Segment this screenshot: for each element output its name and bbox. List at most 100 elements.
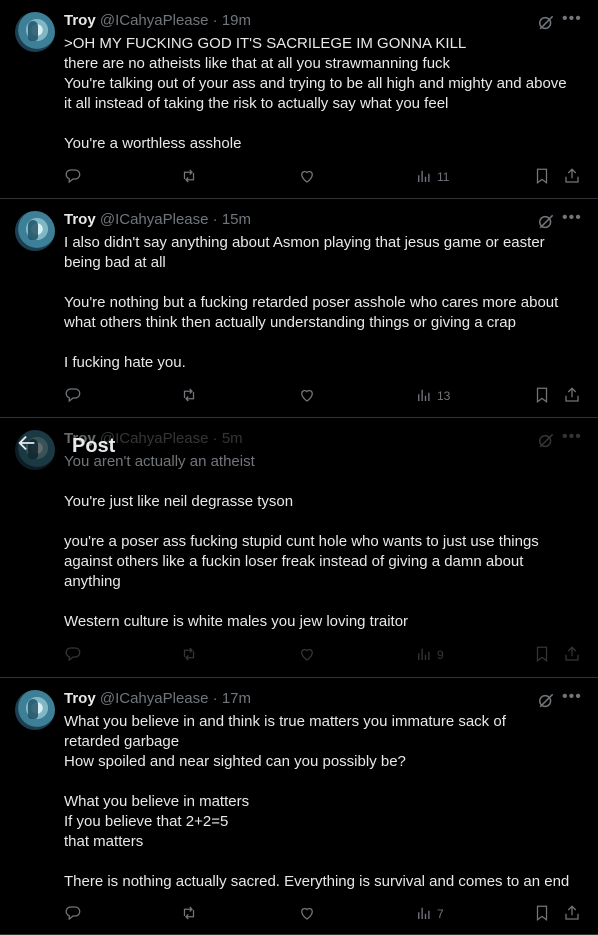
reply-button[interactable] bbox=[64, 384, 82, 408]
separator-dot: · bbox=[212, 12, 218, 29]
author-name[interactable]: Troy bbox=[64, 211, 96, 228]
share-button[interactable] bbox=[563, 165, 581, 189]
more-icon[interactable]: ••• bbox=[562, 209, 584, 229]
like-icon bbox=[298, 386, 316, 407]
tweet-text-line: There is nothing actually sacred. Everyt… bbox=[64, 873, 570, 890]
tweet-text-line: I also didn't say anything about Asmon p… bbox=[64, 234, 545, 251]
tweet-text-line: what others think then actually understa… bbox=[64, 314, 516, 331]
tweet-text-line bbox=[64, 772, 584, 792]
share-icon bbox=[563, 645, 581, 666]
reply-button[interactable] bbox=[64, 643, 82, 667]
tweet-text: You aren't actually an atheist You're jus… bbox=[64, 452, 584, 632]
share-button[interactable] bbox=[563, 384, 581, 408]
bookmark-button[interactable] bbox=[533, 643, 551, 667]
bookmark-button[interactable] bbox=[533, 165, 551, 189]
tweet-text-line: You're just like neil degrasse tyson bbox=[64, 493, 294, 510]
grok-icon[interactable] bbox=[536, 212, 556, 232]
author-handle[interactable]: @ICahyaPlease bbox=[100, 211, 209, 228]
reply-icon bbox=[64, 904, 82, 925]
reply-icon bbox=[64, 645, 82, 666]
like-button[interactable] bbox=[298, 643, 316, 667]
views-button[interactable]: 7 bbox=[415, 902, 444, 926]
separator-dot: · bbox=[212, 211, 218, 228]
share-button[interactable] bbox=[563, 643, 581, 667]
share-icon bbox=[563, 167, 581, 188]
views-count: 9 bbox=[437, 648, 444, 662]
share-button[interactable] bbox=[563, 902, 581, 926]
like-icon bbox=[298, 645, 316, 666]
tweet-header: Troy @ICahyaPlease · 19m bbox=[64, 12, 251, 29]
author-handle[interactable]: @ICahyaPlease bbox=[100, 12, 209, 29]
author-name[interactable]: Troy bbox=[64, 12, 96, 29]
repost-button[interactable] bbox=[180, 165, 198, 189]
tweet-text-line bbox=[64, 472, 584, 492]
bookmark-icon bbox=[533, 645, 551, 666]
timestamp[interactable]: 19m bbox=[222, 12, 251, 29]
repost-icon bbox=[180, 904, 198, 925]
avatar[interactable] bbox=[15, 690, 55, 730]
views-button[interactable]: 13 bbox=[415, 384, 450, 408]
avatar[interactable] bbox=[15, 211, 55, 251]
tweet-text-line: You're a worthless asshole bbox=[64, 135, 242, 152]
repost-icon bbox=[180, 167, 198, 188]
more-icon[interactable]: ••• bbox=[562, 688, 584, 708]
page-title: Post bbox=[72, 435, 116, 457]
author-handle[interactable]: @ICahyaPlease bbox=[100, 690, 209, 707]
timestamp[interactable]: 15m bbox=[222, 211, 251, 228]
views-button[interactable]: 11 bbox=[415, 165, 449, 189]
timestamp[interactable]: 17m bbox=[222, 690, 251, 707]
views-button[interactable]: 9 bbox=[415, 643, 444, 667]
tweet-text-line: What you believe in and think is true ma… bbox=[64, 713, 506, 730]
tweet[interactable]: Troy @ICahyaPlease · 17m ••• What you be… bbox=[0, 678, 598, 935]
reply-button[interactable] bbox=[64, 902, 82, 926]
views-count: 11 bbox=[437, 170, 450, 184]
tweet[interactable]: Troy @ICahyaPlease · 19m ••• >OH MY FUCK… bbox=[0, 0, 598, 199]
views-icon bbox=[415, 167, 433, 188]
tweet-text-line: I fucking hate you. bbox=[64, 354, 186, 371]
action-bar: 11 bbox=[0, 165, 598, 189]
tweet-text-line: You're talking out of your ass and tryin… bbox=[64, 75, 567, 92]
action-bar: 13 bbox=[0, 384, 598, 408]
tweet-text-line: anything bbox=[64, 573, 121, 590]
action-bar: 9 bbox=[0, 643, 598, 667]
bookmark-icon bbox=[533, 904, 551, 925]
tweet-text: What you believe in and think is true ma… bbox=[64, 712, 584, 892]
more-icon[interactable]: ••• bbox=[562, 10, 584, 30]
tweet-text: >OH MY FUCKING GOD IT'S SACRILEGE IM GON… bbox=[64, 34, 584, 154]
share-icon bbox=[563, 386, 581, 407]
tweet-text-line: being bad at all bbox=[64, 254, 166, 271]
tweet-text-line bbox=[64, 114, 584, 134]
avatar[interactable] bbox=[15, 12, 55, 52]
bookmark-icon bbox=[533, 386, 551, 407]
tweet-text-line: retarded garbage bbox=[64, 733, 180, 750]
bookmark-icon bbox=[533, 167, 551, 188]
views-icon bbox=[415, 386, 433, 407]
tweet-text-line: Western culture is white males you jew l… bbox=[64, 613, 409, 630]
repost-button[interactable] bbox=[180, 384, 198, 408]
tweet-text-line bbox=[64, 852, 584, 872]
like-button[interactable] bbox=[298, 165, 316, 189]
tweet-header: Troy @ICahyaPlease · 17m bbox=[64, 690, 251, 707]
views-icon bbox=[415, 904, 433, 925]
bookmark-button[interactable] bbox=[533, 902, 551, 926]
separator-dot: · bbox=[212, 690, 218, 707]
repost-button[interactable] bbox=[180, 643, 198, 667]
share-icon bbox=[563, 904, 581, 925]
bookmark-button[interactable] bbox=[533, 384, 551, 408]
reply-icon bbox=[64, 167, 82, 188]
views-count: 7 bbox=[437, 907, 444, 921]
tweet-text-line: against others like a fuckin loser freak… bbox=[64, 553, 524, 570]
repost-button[interactable] bbox=[180, 902, 198, 926]
grok-icon[interactable] bbox=[536, 13, 556, 33]
like-button[interactable] bbox=[298, 902, 316, 926]
tweet-text-line: >OH MY FUCKING GOD IT'S SACRILEGE IM GON… bbox=[64, 35, 467, 52]
tweet-text: I also didn't say anything about Asmon p… bbox=[64, 233, 584, 373]
tweet[interactable]: Troy @ICahyaPlease · 15m ••• I also didn… bbox=[0, 199, 598, 418]
reply-button[interactable] bbox=[64, 165, 82, 189]
back-arrow-icon[interactable] bbox=[16, 432, 38, 454]
repost-icon bbox=[180, 645, 198, 666]
grok-icon[interactable] bbox=[536, 691, 556, 711]
like-button[interactable] bbox=[298, 384, 316, 408]
tweet-text-line: What you believe in matters bbox=[64, 793, 250, 810]
author-name[interactable]: Troy bbox=[64, 690, 96, 707]
